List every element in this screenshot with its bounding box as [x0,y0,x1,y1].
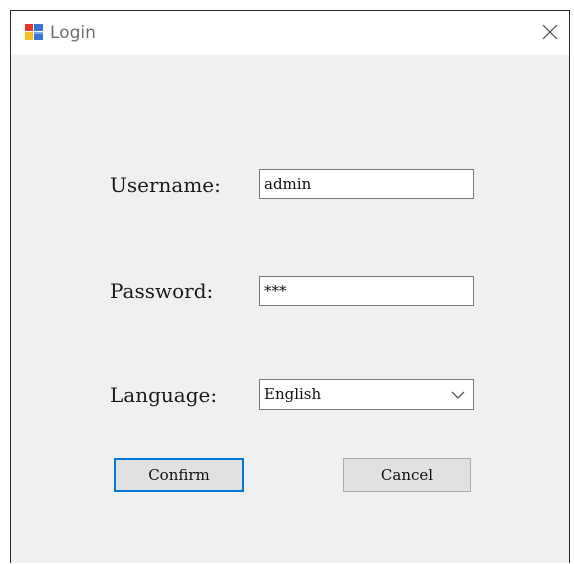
language-selected-value: English [264,385,322,403]
password-label: Password: [110,279,214,303]
password-input[interactable]: *** [259,276,474,306]
username-input[interactable]: admin [259,169,474,199]
close-icon [542,24,558,40]
language-label: Language: [110,383,218,407]
close-button[interactable] [537,19,563,45]
chevron-down-icon[interactable] [451,390,465,400]
confirm-button[interactable]: Confirm [114,458,244,492]
login-form: Username: admin Password: *** Language: … [11,55,569,564]
login-window: Login Username: admin Password: *** Lang… [10,10,570,563]
app-icon [24,23,44,41]
window-title: Login [50,23,96,43]
cancel-button[interactable]: Cancel [343,458,471,492]
username-label: Username: [110,173,221,197]
language-select[interactable]: English [259,379,474,410]
title-bar[interactable]: Login [11,11,569,55]
